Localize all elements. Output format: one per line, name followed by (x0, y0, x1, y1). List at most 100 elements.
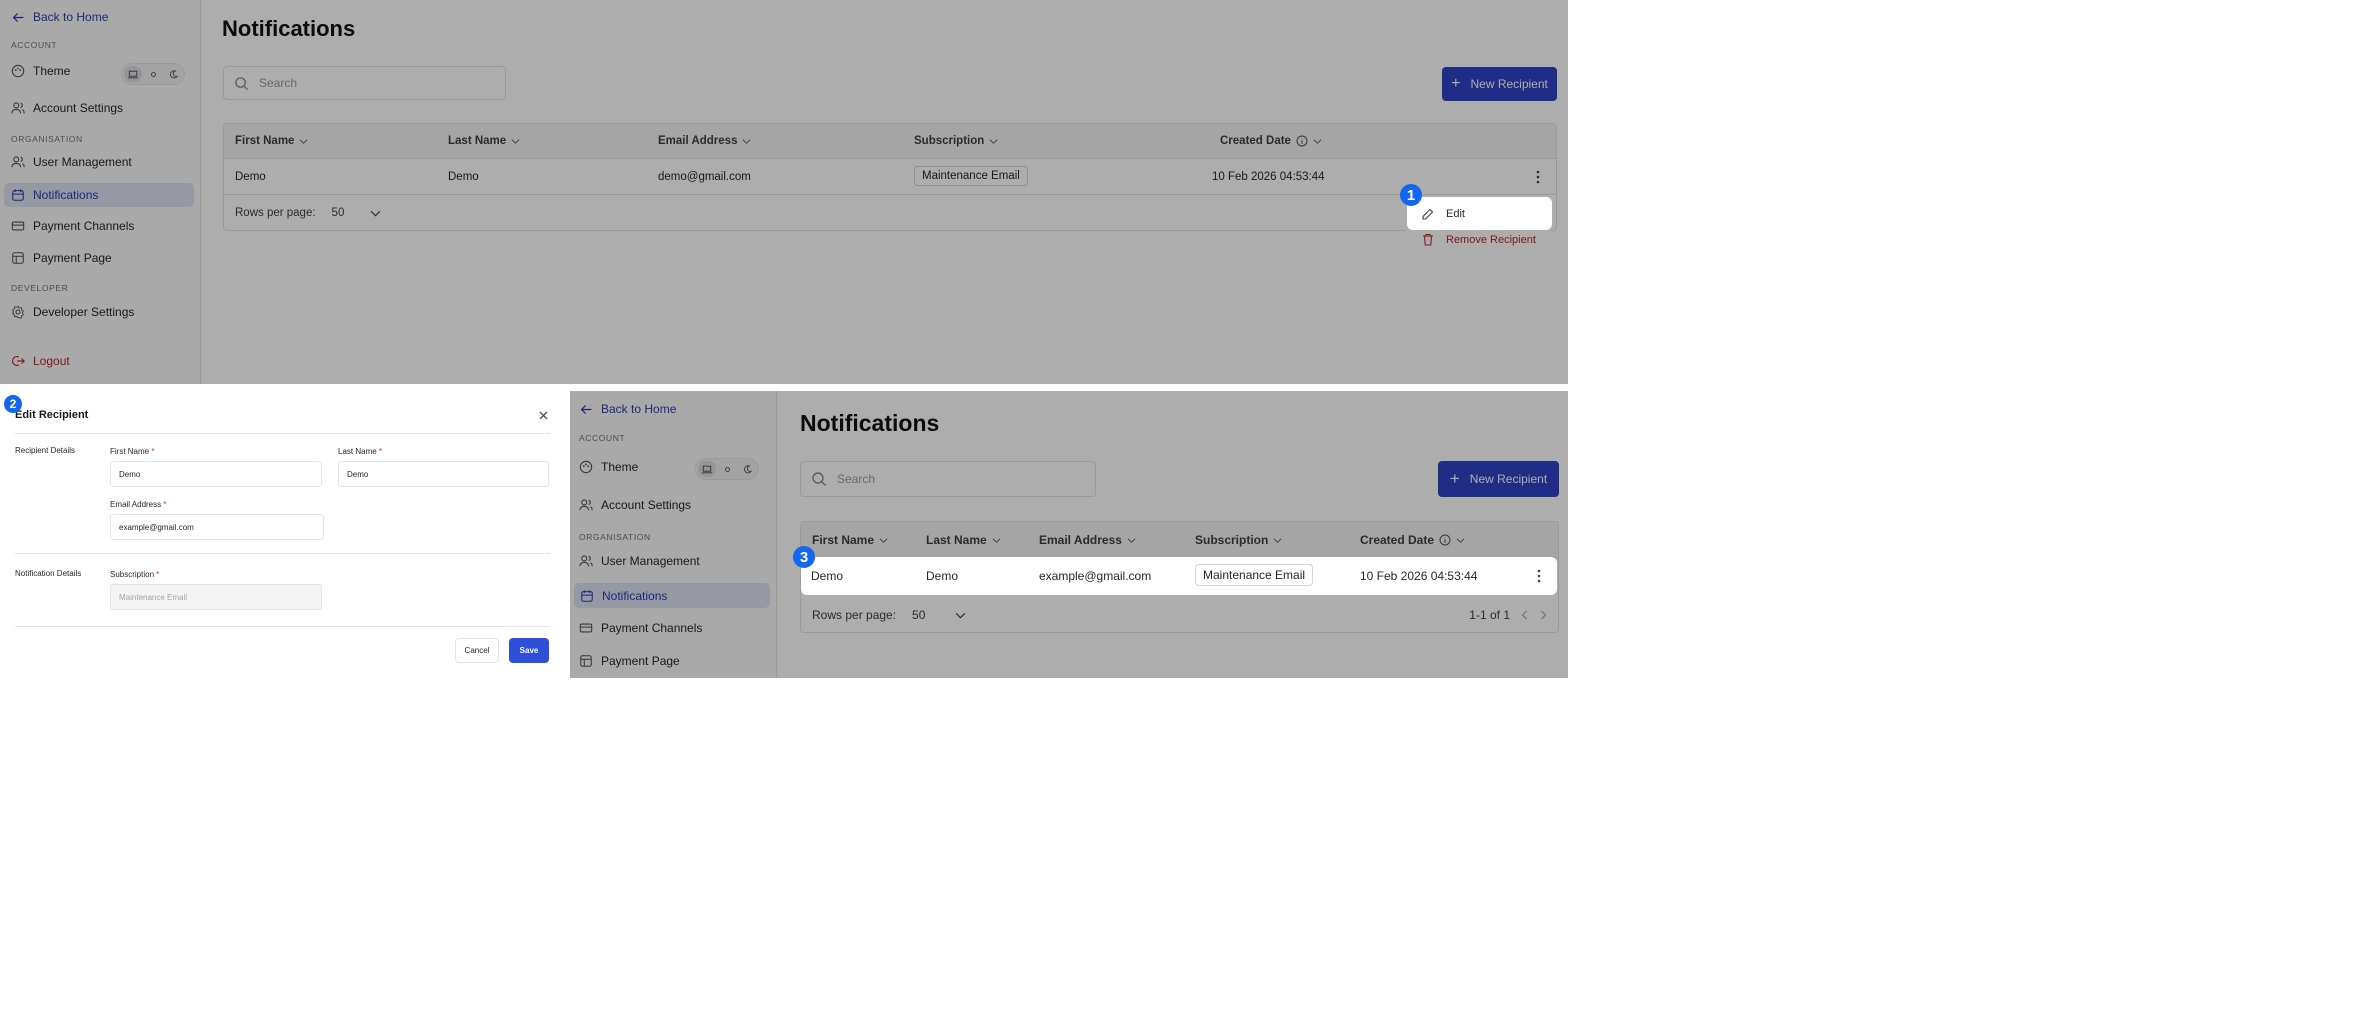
sidebar-item-user-management[interactable]: User Management (579, 554, 700, 568)
email-field[interactable]: example@gmail.com (110, 514, 324, 540)
theme-toggle[interactable] (695, 458, 759, 480)
user-management-label: User Management (601, 554, 700, 568)
sidebar-item-account-settings[interactable]: Account Settings (11, 101, 123, 115)
payment-page-label: Payment Page (33, 251, 112, 265)
logout-button[interactable]: Logout (11, 354, 70, 368)
edit-label: Edit (1446, 208, 1465, 220)
remove-recipient-label: Remove Recipient (1446, 233, 1536, 246)
info-icon (1296, 135, 1308, 147)
sidebar-item-account-settings[interactable]: Account Settings (579, 498, 691, 512)
chevron-down-icon (956, 612, 966, 618)
search-input[interactable]: Search (223, 66, 506, 100)
moon-icon[interactable] (738, 461, 756, 477)
sidebar-item-user-management[interactable]: User Management (11, 155, 132, 169)
column-label: Email Address (1039, 533, 1122, 547)
first-name-value: Demo (119, 469, 141, 479)
payment-channels-label: Payment Channels (601, 621, 703, 635)
sidebar-item-notifications[interactable]: Notifications (574, 583, 770, 608)
more-vertical-icon[interactable] (1536, 569, 1542, 583)
search-input[interactable]: Search (800, 461, 1096, 497)
last-name-value: Demo (347, 469, 369, 479)
sidebar-item-notifications[interactable]: Notifications (4, 183, 194, 207)
save-button[interactable]: Save (509, 638, 549, 663)
divider (15, 433, 550, 434)
sidebar-item-theme: Theme (11, 64, 70, 78)
top-screenshot-panel: Back to Home ACCOUNT Theme Account Setti… (0, 0, 1568, 384)
sidebar: Back to Home ACCOUNT Theme Account Setti… (0, 0, 201, 384)
back-label: Back to Home (601, 402, 677, 416)
edit-menu-item[interactable]: Edit (1407, 197, 1552, 230)
card-icon (11, 221, 25, 231)
divider (15, 626, 550, 627)
chevron-down-icon (1273, 537, 1282, 543)
logout-icon (12, 356, 25, 366)
rows-per-page[interactable]: Rows per page: 50 (235, 207, 381, 219)
sun-icon[interactable] (144, 66, 162, 82)
new-recipient-label: New Recipient (1470, 77, 1548, 91)
subscription-badge: Maintenance Email (1195, 564, 1314, 586)
system-theme-icon[interactable] (698, 461, 716, 477)
moon-icon[interactable] (164, 66, 182, 82)
column-label: First Name (235, 135, 295, 147)
section-developer: DEVELOPER (11, 283, 69, 293)
more-vertical-icon[interactable] (1535, 170, 1541, 184)
cell-first-name: Demo (235, 171, 266, 183)
gear-icon (11, 305, 25, 319)
sidebar-item-payment-channels[interactable]: Payment Channels (579, 621, 702, 635)
back-to-home-link[interactable]: Back to Home (580, 402, 676, 416)
column-subscription[interactable]: Subscription (1195, 533, 1282, 547)
new-recipient-button[interactable]: + New Recipient (1438, 461, 1559, 497)
column-first-name[interactable]: First Name (812, 533, 888, 547)
chevron-right-icon[interactable] (1539, 610, 1548, 620)
info-icon (1439, 534, 1451, 546)
table-row[interactable]: Demo Demo demo@gmail.com Maintenance Ema… (224, 159, 1556, 195)
sun-icon[interactable] (718, 461, 736, 477)
table-row[interactable]: Demo Demo example@gmail.com Maintenance … (801, 557, 1557, 595)
section-organisation: ORGANISATION (11, 134, 83, 144)
email-value: example@gmail.com (119, 522, 194, 532)
sidebar-item-theme: Theme (579, 460, 638, 474)
column-last-name[interactable]: Last Name (448, 135, 520, 147)
column-last-name[interactable]: Last Name (926, 533, 1001, 547)
theme-toggle[interactable] (121, 63, 185, 85)
column-email[interactable]: Email Address (1039, 533, 1136, 547)
column-subscription[interactable]: Subscription (914, 135, 998, 147)
chevron-left-icon[interactable] (1520, 610, 1529, 620)
section-account: ACCOUNT (579, 433, 626, 443)
sidebar-item-payment-page[interactable]: Payment Page (579, 654, 680, 668)
email-text: Email Address (110, 500, 162, 509)
payment-page-label: Payment Page (601, 654, 680, 668)
column-created-date[interactable]: Created Date (1360, 533, 1465, 547)
rows-per-page[interactable]: Rows per page: 50 (812, 608, 966, 622)
payment-channels-label: Payment Channels (33, 219, 135, 233)
cancel-button[interactable]: Cancel (455, 638, 499, 663)
calendar-bell-icon (581, 589, 593, 602)
table-header: First Name Last Name Email Address Subsc… (801, 522, 1558, 558)
last-name-field[interactable]: Demo (338, 461, 549, 487)
cell-created-date: 10 Feb 2026 04:53:44 (1360, 569, 1478, 583)
plus-icon: + (1451, 75, 1461, 92)
chevron-down-icon (1456, 537, 1465, 543)
chevron-down-icon (879, 537, 888, 543)
arrow-left-icon (12, 12, 24, 22)
divider (15, 553, 550, 554)
back-to-home-link[interactable]: Back to Home (12, 10, 108, 24)
system-theme-icon[interactable] (124, 66, 142, 82)
first-name-text: First Name (110, 447, 150, 456)
column-email[interactable]: Email Address (658, 135, 751, 147)
sidebar-item-developer-settings[interactable]: Developer Settings (11, 305, 134, 319)
column-first-name[interactable]: First Name (235, 135, 308, 147)
step-marker-3: 3 (793, 546, 815, 568)
layout-icon (12, 252, 24, 264)
new-recipient-button[interactable]: + New Recipient (1442, 67, 1557, 101)
column-label: Created Date (1220, 135, 1291, 147)
cell-last-name: Demo (448, 171, 479, 183)
first-name-field[interactable]: Demo (110, 461, 322, 487)
close-icon[interactable] (539, 411, 548, 420)
column-created-date[interactable]: Created Date (1220, 135, 1322, 147)
subscription-value: Maintenance Email (119, 592, 188, 602)
search-placeholder: Search (837, 472, 876, 486)
sidebar-item-payment-page[interactable]: Payment Page (11, 251, 112, 265)
remove-recipient-menu-item[interactable]: Remove Recipient (1422, 233, 1536, 246)
sidebar-item-payment-channels[interactable]: Payment Channels (11, 219, 134, 233)
